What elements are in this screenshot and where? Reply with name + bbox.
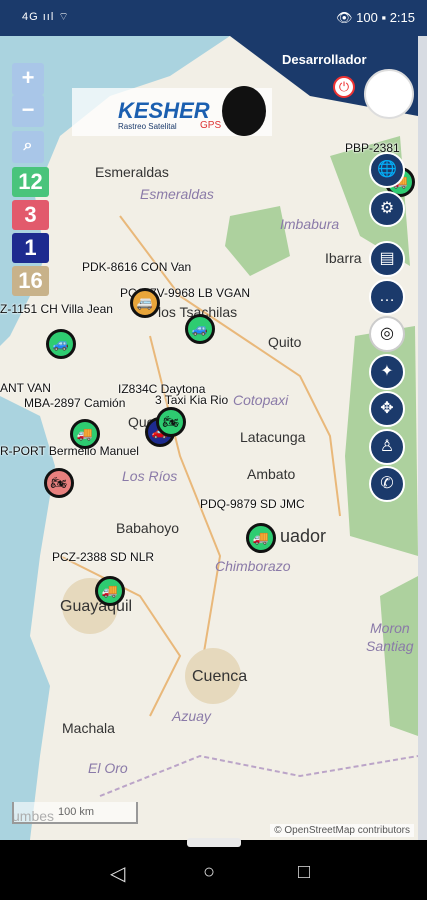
- map-edge: [418, 36, 427, 840]
- gear-icon[interactable]: ⚙: [369, 191, 405, 227]
- map-view[interactable]: Esmeraldas Esmeraldas Imbabura Ibarra lo…: [0, 36, 418, 840]
- place-cuenca: Cuenca: [192, 668, 248, 685]
- region-morona: Moron: [370, 620, 410, 636]
- counter-alert[interactable]: 3: [12, 200, 49, 230]
- counter-online[interactable]: 12: [12, 167, 49, 197]
- drawer-handle[interactable]: [187, 838, 241, 847]
- vehicle-label: R-PORT Bermello Manuel: [0, 444, 139, 458]
- vehicle-marker[interactable]: 🚚: [246, 523, 276, 553]
- vehicle-marker[interactable]: 🚚: [70, 419, 100, 449]
- place-ambato: Ambato: [247, 466, 296, 482]
- target-icon[interactable]: ◎: [369, 316, 405, 352]
- recents-icon[interactable]: □: [298, 861, 310, 884]
- region-azuay: Azuay: [172, 708, 211, 724]
- vehicle-marker[interactable]: 🚚: [95, 576, 125, 606]
- vehicle-marker[interactable]: 🚙: [185, 314, 215, 344]
- logout-button[interactable]: ⏻: [333, 76, 355, 98]
- battery-indicator: 100: [356, 10, 378, 25]
- header-overlay: KESHER Rastreo Satelital GPS Desarrollad…: [0, 36, 418, 136]
- whatsapp-icon[interactable]: ✆: [369, 466, 405, 502]
- place-esmeraldas: Esmeraldas: [95, 164, 169, 180]
- logo: KESHER Rastreo Satelital GPS: [72, 86, 272, 136]
- nav-bar: ◁ ○ □: [0, 847, 427, 900]
- logo-brand: KESHER: [118, 98, 210, 123]
- paw-icon[interactable]: ✦: [369, 354, 405, 390]
- region-imbabura: Imbabura: [280, 216, 340, 232]
- vehicle-marker[interactable]: 🚐: [130, 288, 160, 318]
- place-ecuador: uador: [280, 526, 327, 546]
- logo-subtitle: Rastreo Satelital: [118, 122, 177, 131]
- vehicle-marker[interactable]: 🚙: [46, 329, 76, 359]
- vehicle-label: PDQ-9879 SD JMC: [200, 497, 305, 511]
- vehicle-label: ANT VAN: [0, 381, 51, 395]
- logo-eagle-icon: [222, 86, 266, 136]
- back-icon[interactable]: ◁: [110, 861, 125, 886]
- place-machala: Machala: [62, 720, 115, 736]
- region-esmeraldas: Esmeraldas: [140, 186, 214, 202]
- vehicle-marker[interactable]: 🏍: [44, 468, 74, 498]
- avatar[interactable]: [364, 69, 414, 119]
- user-name: Desarrollador: [282, 52, 367, 67]
- vehicle-label: Z-1151 CH Villa Jean: [0, 302, 113, 316]
- home-icon[interactable]: ○: [203, 861, 215, 884]
- region-chimborazo: Chimborazo: [215, 558, 291, 574]
- chat-icon[interactable]: …: [369, 279, 405, 315]
- counter-stopped[interactable]: 1: [12, 233, 49, 263]
- zoom-in-button[interactable]: +: [12, 63, 44, 95]
- map-attribution: © OpenStreetMap contributors: [270, 824, 414, 837]
- signal-indicator: 4G ııl ⌔: [22, 11, 70, 23]
- search-icon[interactable]: ⌕: [12, 131, 44, 163]
- region-santiago: Santiag: [366, 638, 414, 654]
- vehicle-label: PCZ-2388 SD NLR: [52, 550, 155, 564]
- place-babahoyo: Babahoyo: [116, 520, 180, 536]
- counter-offline[interactable]: 16: [12, 266, 49, 296]
- status-right: 👁 100 ▪ 2:15: [336, 10, 415, 25]
- vehicle-marker[interactable]: 🏍: [156, 407, 186, 437]
- document-icon[interactable]: ▤: [369, 241, 405, 277]
- zoom-out-button[interactable]: −: [12, 95, 44, 127]
- locate-icon[interactable]: ✥: [369, 391, 405, 427]
- region-cotopaxi: Cotopaxi: [233, 392, 289, 408]
- place-quito: Quito: [268, 334, 302, 350]
- region-el-oro: El Oro: [88, 760, 128, 776]
- person-icon[interactable]: ♙: [369, 429, 405, 465]
- vehicle-label: 3 Taxi Kia Rio: [155, 393, 229, 407]
- vehicle-label: PDK-8616 CON Van: [82, 260, 192, 274]
- vehicle-label: MBA-2897 Camión: [24, 396, 126, 410]
- logo-gps: GPS: [200, 120, 222, 131]
- globe-icon[interactable]: 🌐: [369, 152, 405, 188]
- scale-bar: 100 km: [12, 802, 138, 824]
- clock: 2:15: [389, 10, 415, 25]
- place-ibarra: Ibarra: [325, 250, 362, 266]
- status-bar: 4G ııl ⌔ 👁 100 ▪ 2:15: [0, 0, 427, 36]
- place-latacunga: Latacunga: [240, 429, 306, 445]
- region-los-rios: Los Ríos: [122, 468, 178, 484]
